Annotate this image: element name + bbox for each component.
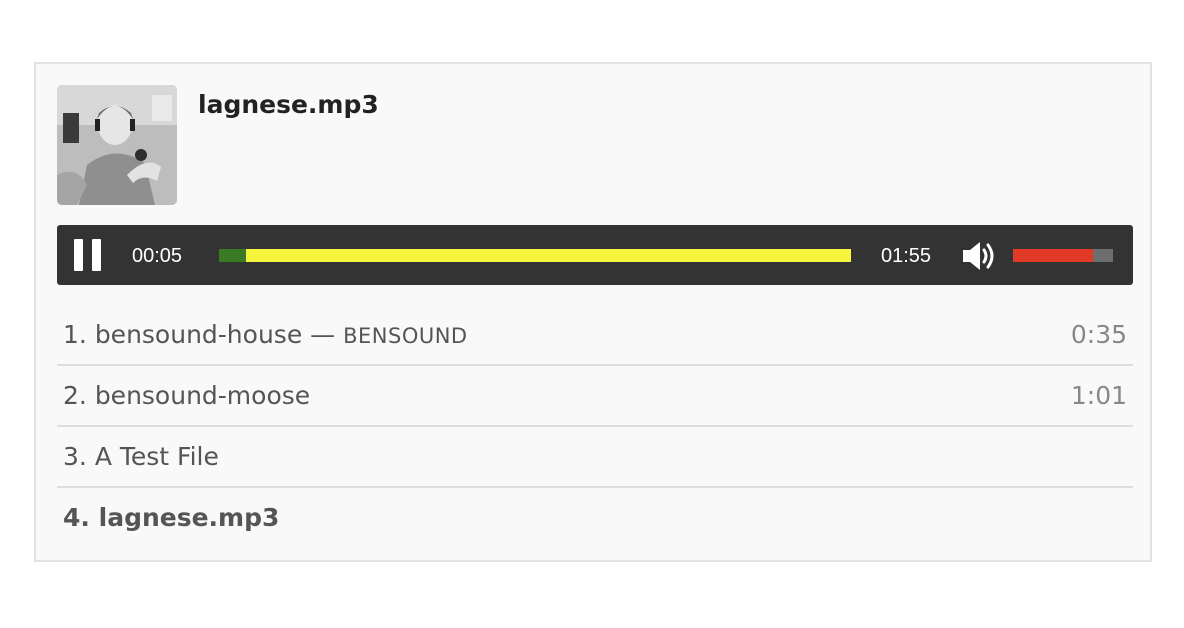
track-item[interactable]: 3. A Test File (57, 427, 1133, 488)
track-name: 1. bensound-house — BENSOUND (63, 320, 468, 349)
progress-bar[interactable] (219, 249, 851, 262)
cover-photo-image (57, 85, 177, 205)
track-name: 3. A Test File (63, 442, 219, 471)
duration-time: 01:55 (881, 245, 932, 267)
audio-playlist: lagnese.mp3 00:05 01:55 1. bensound-hous… (34, 62, 1152, 562)
track-artist: BENSOUND (343, 324, 468, 348)
now-playing-title: lagnese.mp3 (198, 90, 379, 119)
track-name: 2. bensound-moose (63, 381, 311, 410)
track-item[interactable]: 2. bensound-moose 1:01 (57, 366, 1133, 427)
track-name: 4. lagnese.mp3 (63, 503, 280, 532)
album-cover (57, 85, 177, 205)
pause-icon-bar (92, 239, 101, 271)
pause-button[interactable] (73, 239, 103, 271)
volume-level (1013, 249, 1093, 262)
track-length: 1:01 (1070, 381, 1127, 410)
track-item[interactable]: 1. bensound-house — BENSOUND 0:35 (57, 305, 1133, 366)
track-list: 1. bensound-house — BENSOUND 0:35 2. ben… (57, 305, 1133, 547)
track-length: 0:35 (1070, 320, 1127, 349)
volume-icon (963, 242, 994, 270)
volume-slider[interactable] (1013, 249, 1113, 262)
player-controls: 00:05 01:55 (57, 225, 1133, 285)
mute-button[interactable] (961, 239, 999, 273)
progress-played (219, 249, 246, 262)
current-time: 00:05 (132, 245, 183, 267)
track-item-active[interactable]: 4. lagnese.mp3 (57, 488, 1133, 547)
pause-icon (74, 239, 83, 271)
